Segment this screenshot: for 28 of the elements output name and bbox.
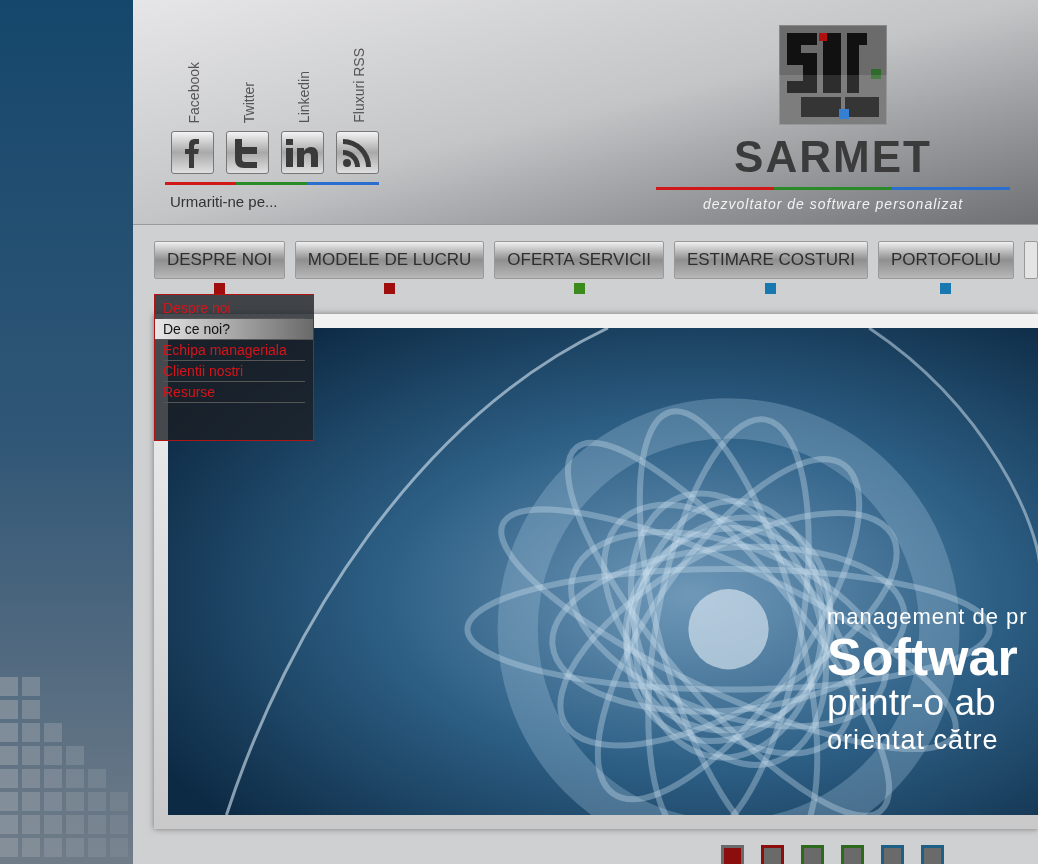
- social-label: Facebook: [184, 61, 203, 123]
- dropdown-item[interactable]: Resurse: [163, 382, 305, 403]
- logo-icon: [779, 25, 887, 125]
- logo-tagline: dezvoltator de software personalizat: [702, 195, 964, 214]
- linkedin-icon: [285, 138, 319, 167]
- social-button[interactable]: [335, 131, 379, 174]
- nav-button[interactable]: ESTIMARE COSTURI: [673, 241, 868, 279]
- nav-button[interactable]: PORTOFOLIU: [878, 241, 1014, 279]
- dropdown-item[interactable]: Echipa manageriala: [163, 340, 305, 361]
- slide-text: printr-o ab: [827, 684, 997, 722]
- slide-headline: Softwar: [827, 630, 1018, 684]
- social-button[interactable]: [225, 131, 269, 174]
- social-button[interactable]: [280, 131, 324, 174]
- nav-button[interactable]: OFERTA SERVICII: [494, 241, 664, 279]
- social-label: Linkedin: [294, 70, 313, 123]
- slide-text: orientat către: [827, 724, 1000, 757]
- nav-button[interactable]: DESPRE NOI: [154, 241, 285, 279]
- logo-wordmark: SARMET: [734, 135, 932, 179]
- nav-button[interactable]: [1023, 241, 1038, 279]
- slide-text: management de pr: [827, 604, 1028, 630]
- dropdown-item[interactable]: Clientii nostri: [163, 361, 305, 382]
- dropdown-item[interactable]: De ce noi?: [155, 319, 313, 340]
- social-button[interactable]: [170, 131, 214, 174]
- rss-icon: [342, 137, 372, 168]
- social-label: Fluxuri RSS: [349, 48, 368, 123]
- nav-button[interactable]: MODELE DE LUCRU: [294, 241, 485, 279]
- social-label: Twitter: [239, 81, 258, 123]
- follow-caption: Urmariti-ne pe...: [170, 192, 279, 212]
